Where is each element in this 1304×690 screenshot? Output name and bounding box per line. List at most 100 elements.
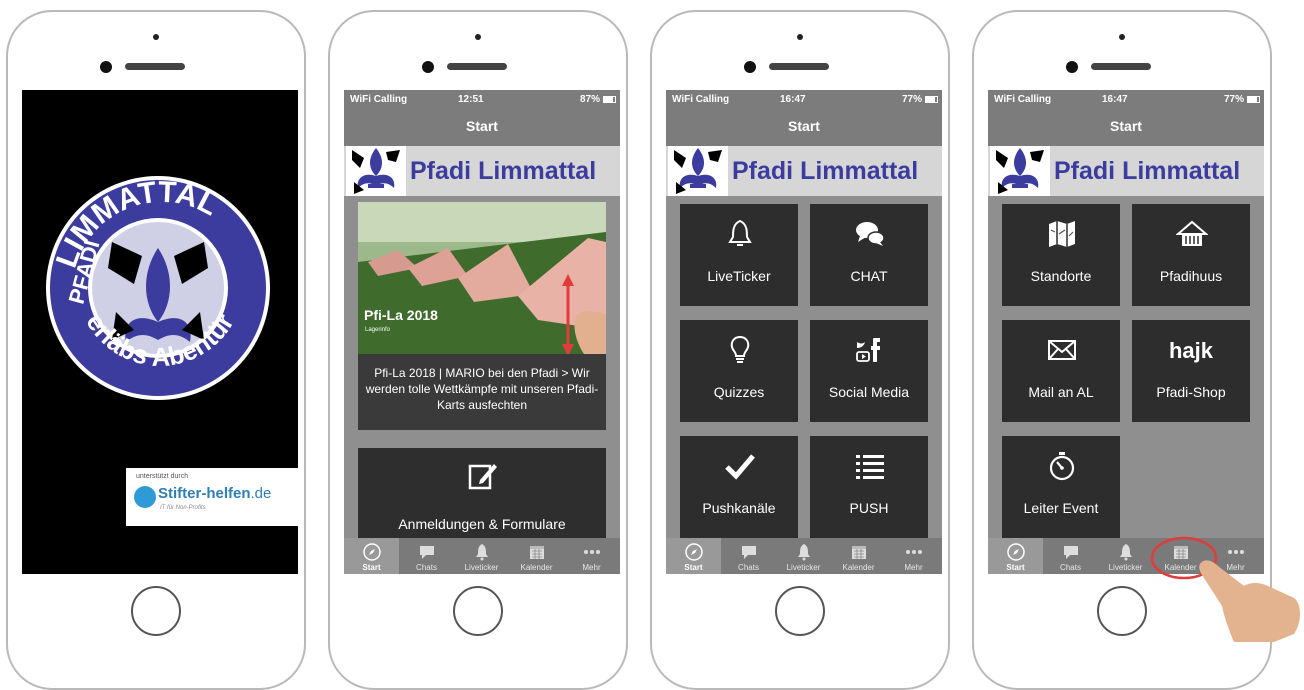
sponsor-name: Stifter-helfen.de <box>158 485 272 502</box>
app-banner: Pfadi Limmattal <box>666 146 942 196</box>
sponsor-tagline: IT für Non-Profits <box>160 505 206 511</box>
tile-quizzes[interactable]: Quizzes <box>680 320 798 422</box>
battery-percent: 87% <box>579 94 600 105</box>
earpiece-speaker <box>125 63 185 70</box>
calendar-icon <box>529 546 544 559</box>
bell-icon <box>728 219 752 246</box>
front-camera <box>1119 34 1125 40</box>
fleur-de-lis-icon <box>346 146 406 196</box>
fleur-de-lis-icon <box>990 146 1050 196</box>
tab-start[interactable]: Start <box>344 538 399 574</box>
front-camera <box>797 34 803 40</box>
status-bar: WiFi Calling 12:51 87% <box>344 90 620 110</box>
tab-kalender[interactable]: Kalender <box>831 538 886 574</box>
nav-title: Start <box>666 110 942 146</box>
front-camera <box>153 34 159 40</box>
tile-chat[interactable]: CHAT <box>810 204 928 306</box>
tile-liveticker[interactable]: LiveTicker <box>680 204 798 306</box>
tab-start[interactable]: Start <box>666 538 721 574</box>
tab-start[interactable]: Start <box>988 538 1043 574</box>
bell-icon <box>1119 544 1132 561</box>
tab-label: Liveticker <box>1108 563 1143 572</box>
phone-frame-newsfeed: WiFi Calling 12:51 87% Start Pfadi Limma… <box>328 10 628 690</box>
start-screen-newsfeed: WiFi Calling 12:51 87% Start Pfadi Limma… <box>344 90 620 574</box>
clock: 12:51 <box>458 94 484 105</box>
tab-label: Mehr <box>904 563 923 572</box>
home-button[interactable] <box>775 586 825 636</box>
tile-social-media[interactable]: Social Media <box>810 320 928 422</box>
tab-chats[interactable]: Chats <box>1043 538 1098 574</box>
chat-bubbles-icon <box>856 222 885 246</box>
banner-title: Pfadi Limmattal <box>732 157 919 185</box>
home-button[interactable] <box>453 586 503 636</box>
tab-bar: Start Chats Liveticker Kalender Mehr <box>666 538 942 574</box>
tab-mehr[interactable]: Mehr <box>564 538 619 574</box>
app-banner: Pfadi Limmattal <box>988 146 1264 196</box>
start-screen-more-tiles: WiFi Calling 16:47 77% Start Pfadi Limma… <box>988 90 1264 574</box>
clock: 16:47 <box>1102 94 1128 105</box>
tab-bar: Start Chats Liveticker Kalender Mehr <box>344 538 620 574</box>
tile-label: Leiter Event <box>1023 500 1099 516</box>
tile-label: LiveTicker <box>707 268 771 284</box>
tab-label: Liveticker <box>786 563 821 572</box>
tile-label: Pfadi-Shop <box>1156 384 1226 400</box>
tile-pfadi-shop[interactable]: hajk Pfadi-Shop <box>1132 320 1250 422</box>
tab-liveticker[interactable]: Liveticker <box>776 538 831 574</box>
calendar-icon <box>851 546 866 559</box>
news-card[interactable]: Pfi-La 2018 Lagerinfo Pfi-La 2018 | MARI… <box>358 202 606 430</box>
tab-label: Chats <box>738 563 759 572</box>
tile-standorte[interactable]: Standorte <box>1002 204 1120 306</box>
tile-leiter-event[interactable]: Leiter Event <box>1002 436 1120 538</box>
tab-liveticker[interactable]: Liveticker <box>1098 538 1153 574</box>
hajk-logo: hajk <box>1168 338 1214 363</box>
forms-tile[interactable]: Anmeldungen & Formulare <box>358 448 606 548</box>
nav-title: Start <box>344 110 620 146</box>
chat-icon <box>741 546 756 559</box>
compass-icon <box>1006 543 1025 561</box>
proximity-sensor <box>422 61 434 73</box>
tile-label: CHAT <box>850 268 888 284</box>
tile-label: Social Media <box>828 384 910 400</box>
clock: 16:47 <box>780 94 806 105</box>
tab-label: Chats <box>1060 563 1081 572</box>
tile-label: Pushkanäle <box>702 500 776 516</box>
tile-pushkanaele[interactable]: Pushkanäle <box>680 436 798 538</box>
sponsor-badge[interactable]: unterstützt durch Stifter-helfen.de IT f… <box>126 468 298 526</box>
edit-form-icon <box>468 464 497 490</box>
home-button[interactable] <box>131 586 181 636</box>
tile-push[interactable]: PUSH <box>810 436 928 538</box>
list-icon <box>856 455 884 479</box>
forms-tile-label: Anmeldungen & Formulare <box>398 516 566 532</box>
phone-frame-tiles: WiFi Calling 16:47 77% Start Pfadi Limma… <box>650 10 950 690</box>
tile-mail-an-al[interactable]: Mail an AL <box>1002 320 1120 422</box>
tab-label: Mehr <box>582 563 601 572</box>
tile-label: Quizzes <box>713 384 765 400</box>
map-icon <box>1049 221 1075 247</box>
sponsor-intro-text: unterstützt durch <box>136 473 189 480</box>
checkmark-icon <box>725 454 755 480</box>
tab-liveticker[interactable]: Liveticker <box>454 538 509 574</box>
pointing-hand-icon <box>1199 560 1300 642</box>
battery-icon <box>1247 96 1260 103</box>
earpiece-speaker <box>769 63 829 70</box>
tile-pfadihuus[interactable]: Pfadihuus <box>1132 204 1250 306</box>
tile-label: Mail an AL <box>1028 384 1094 400</box>
tab-label: Start <box>362 563 381 572</box>
tab-chats[interactable]: Chats <box>721 538 776 574</box>
tab-mehr[interactable]: Mehr <box>886 538 941 574</box>
news-caption: Pfi-La 2018 | MARIO bei den Pfadi > Wir … <box>365 366 599 412</box>
camp-tents-photo <box>358 202 606 354</box>
chat-icon <box>1063 546 1078 559</box>
status-bar: WiFi Calling 16:47 77% <box>988 90 1264 110</box>
carrier-label: WiFi Calling <box>672 94 730 105</box>
envelope-icon <box>1048 340 1076 360</box>
tab-kalender[interactable]: Kalender <box>509 538 564 574</box>
start-screen-tiles: WiFi Calling 16:47 77% Start Pfadi Limma… <box>666 90 942 574</box>
home-button[interactable] <box>1097 586 1147 636</box>
battery-icon <box>925 96 938 103</box>
news-overlay-title: Pfi-La 2018 <box>364 307 438 323</box>
phone-frame-splash: LIMMATTAL PFADI erläbs Abentür unterstüt… <box>6 10 306 690</box>
tab-label: Chats <box>416 563 437 572</box>
tab-chats[interactable]: Chats <box>399 538 454 574</box>
chat-icon <box>419 546 434 559</box>
